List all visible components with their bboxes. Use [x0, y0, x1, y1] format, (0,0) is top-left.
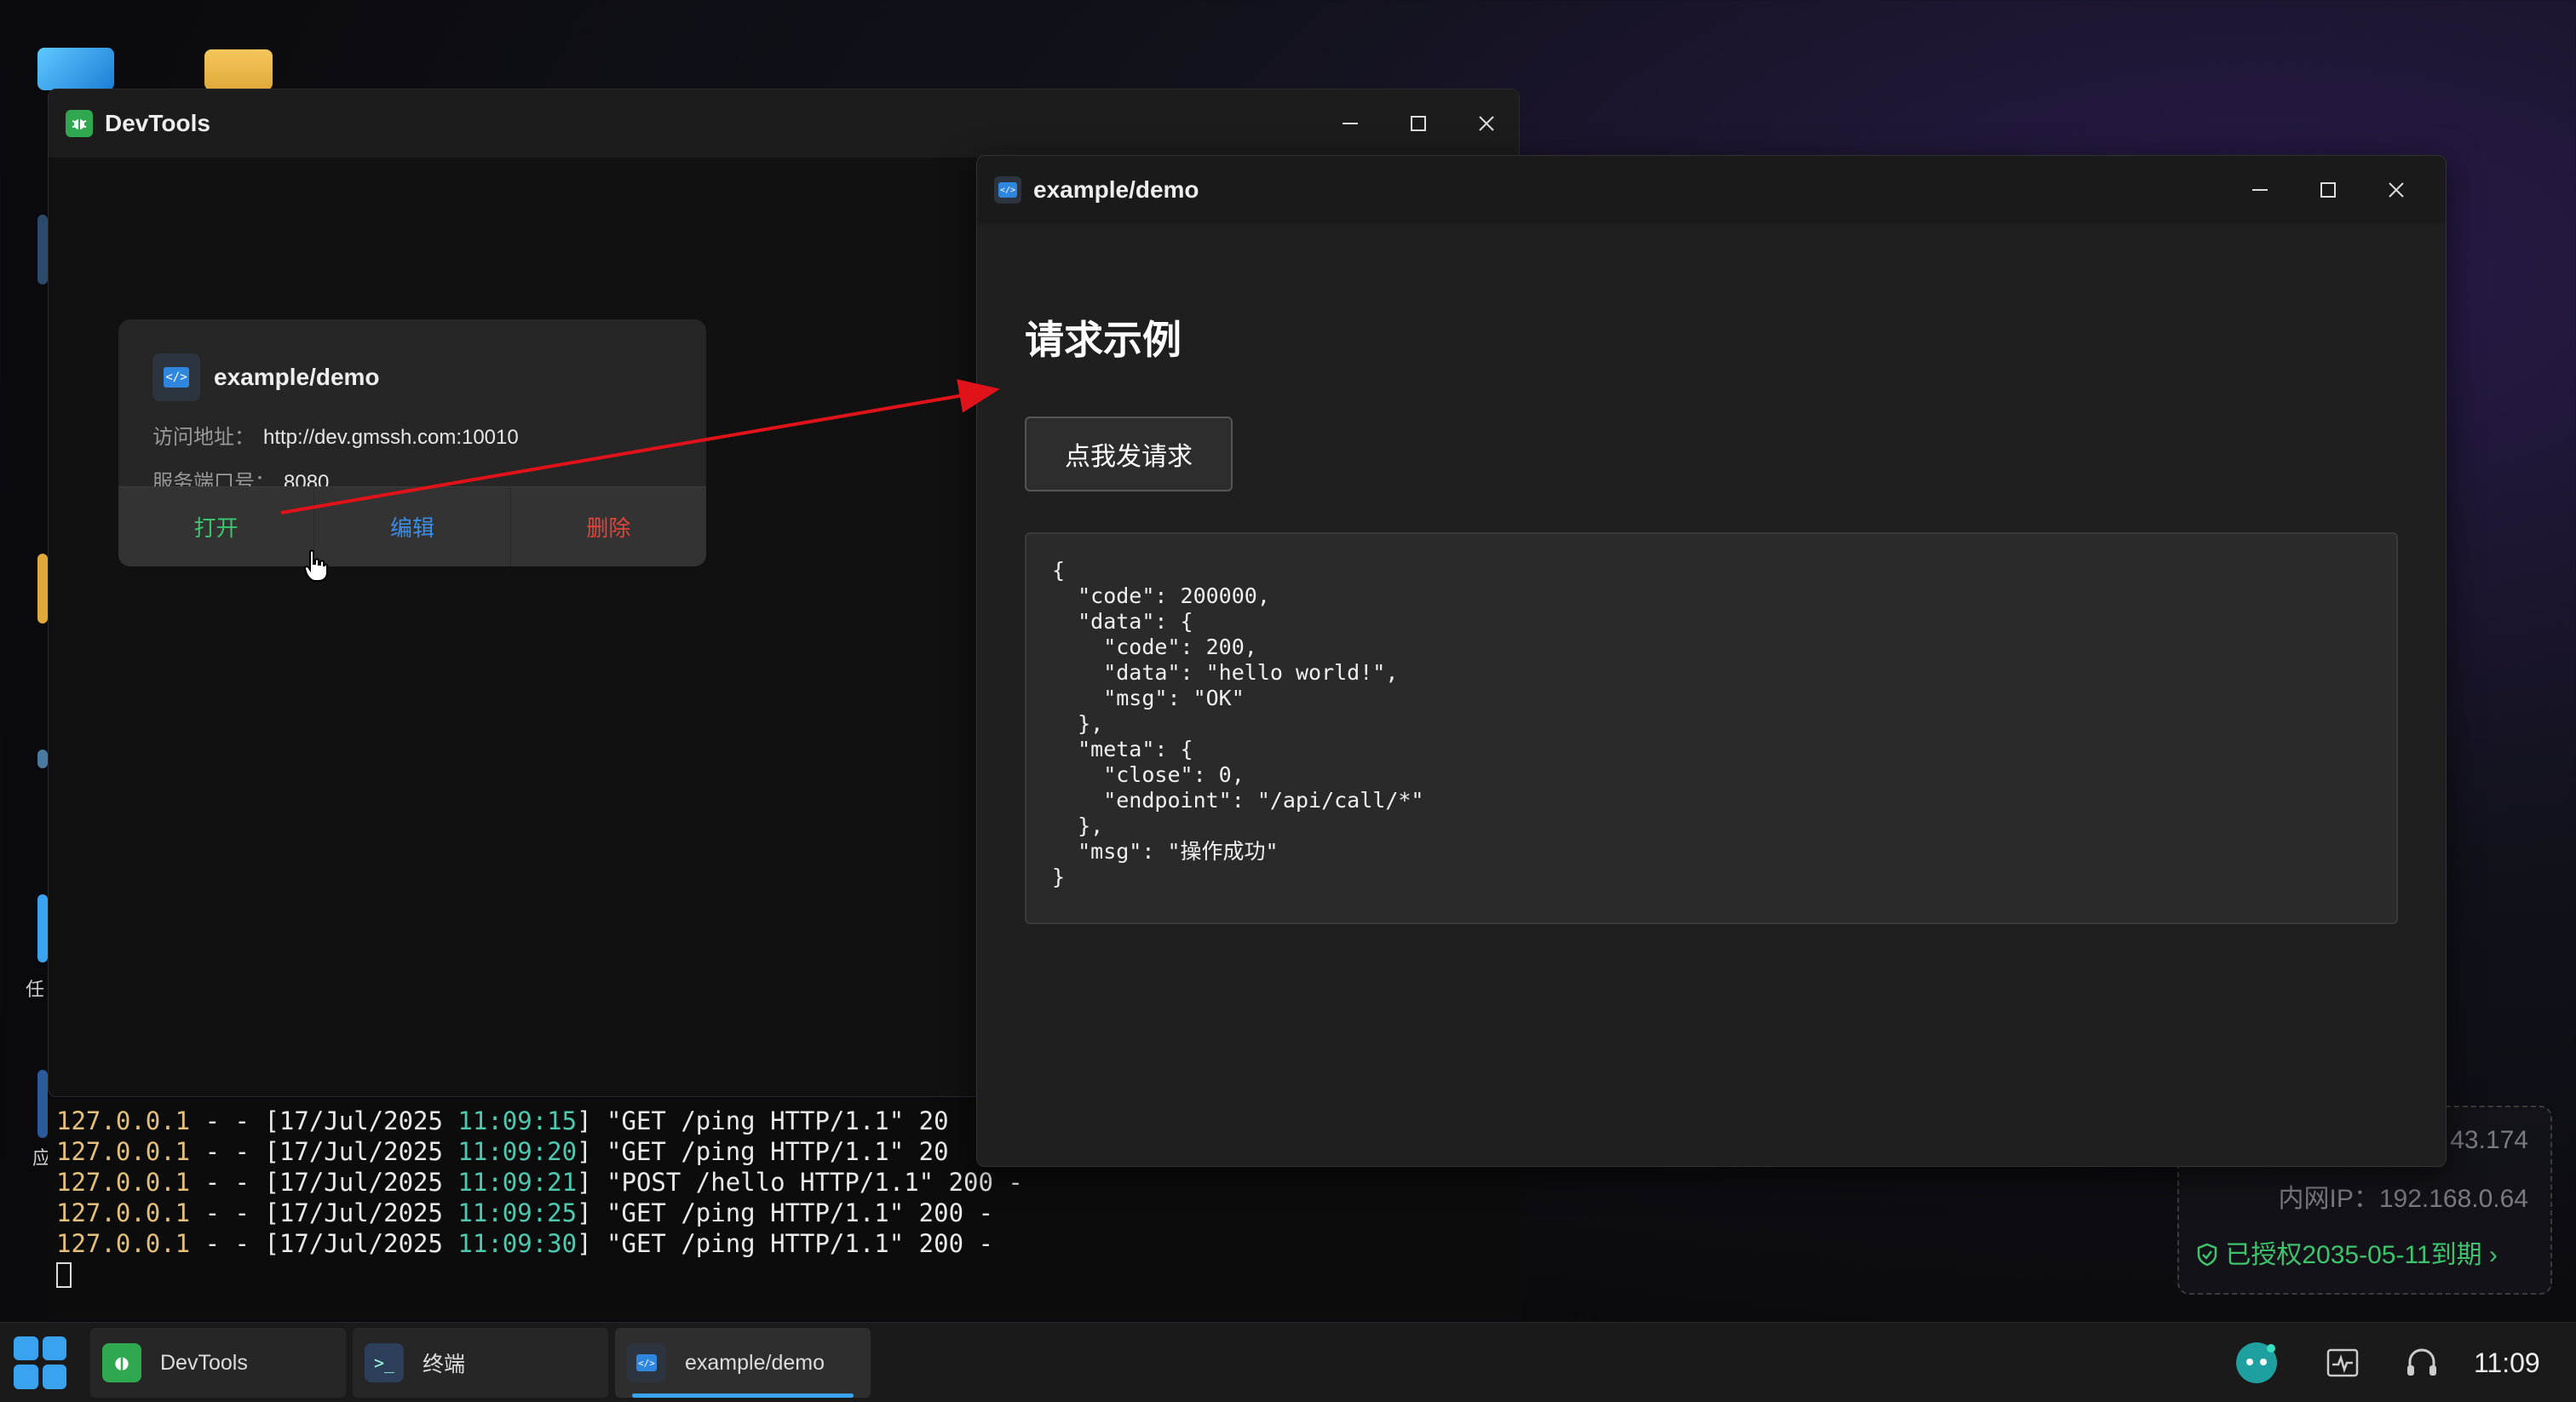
send-request-button[interactable]: 点我发请求	[1025, 417, 1233, 491]
demo-heading: 请求示例	[1025, 318, 1182, 362]
maximize-icon[interactable]	[2313, 175, 2343, 205]
taskbar-label: 终端	[423, 1353, 466, 1376]
log-mid: - - [17/Jul/2025	[190, 1137, 458, 1166]
log-mid: - - [17/Jul/2025	[190, 1198, 458, 1227]
terminal-cursor	[56, 1262, 72, 1288]
log-time: 11:09:15	[457, 1106, 578, 1135]
project-url-value: http://dev.gmssh.com:10010	[263, 426, 519, 449]
code-icon: </>	[627, 1343, 666, 1382]
desktop-icon-partial-4[interactable]	[37, 894, 48, 962]
devtools-titlebar[interactable]: DevTools	[49, 89, 1519, 158]
devtools-bug-icon	[102, 1343, 141, 1382]
license-text: 已授权2035-05-11到期	[2225, 1241, 2482, 1269]
desktop-icon-partial-2[interactable]	[37, 554, 48, 623]
desktop-icon-blue[interactable]	[37, 48, 114, 90]
shield-check-icon	[2196, 1241, 2225, 1269]
license-link[interactable]: 已授权2035-05-11到期 ›	[2196, 1233, 2498, 1271]
log-time: 11:09:20	[457, 1137, 578, 1166]
demo-titlebar[interactable]: </> example/demo	[977, 156, 2446, 224]
log-ip: 127.0.0.1	[56, 1106, 191, 1135]
log-rest: ] "POST /hello HTTP/1.1" 200 -	[577, 1168, 1023, 1197]
minimize-icon[interactable]	[2245, 175, 2275, 205]
log-rest: ] "GET /ping HTTP/1.1" 20	[577, 1106, 949, 1135]
log-line: 127.0.0.1 - - [17/Jul/2025 11:09:21] "PO…	[56, 1167, 1513, 1198]
close-icon[interactable]	[1471, 108, 1502, 139]
project-card: </> example/demo 访问地址： http://dev.gmssh.c…	[118, 319, 706, 566]
taskbar-item-terminal[interactable]: >_ 终端	[353, 1328, 608, 1398]
log-line: 127.0.0.1 - - [17/Jul/2025 11:09:30] "GE…	[56, 1228, 1513, 1259]
active-indicator	[632, 1393, 854, 1398]
log-rest: ] "GET /ping HTTP/1.1" 200 -	[577, 1229, 993, 1258]
log-ip: 127.0.0.1	[56, 1229, 191, 1258]
taskbar: DevTools >_ 终端 </> example/demo 11:09	[0, 1322, 2576, 1402]
start-menu-icon[interactable]	[14, 1336, 66, 1389]
response-json[interactable]: { "code": 200000, "data": { "code": 200,…	[1025, 532, 2398, 924]
log-ip: 127.0.0.1	[56, 1168, 191, 1197]
open-button[interactable]: 打开	[118, 487, 315, 566]
devtools-bug-icon	[66, 110, 93, 137]
taskbar-label: example/demo	[685, 1350, 825, 1375]
project-actions: 打开 编辑 删除	[118, 486, 706, 566]
desktop-folder-icon[interactable]	[204, 49, 273, 90]
mouse-pointer-icon	[303, 549, 329, 587]
log-mid: - - [17/Jul/2025	[190, 1106, 458, 1135]
log-rest: ] "GET /ping HTTP/1.1" 20	[577, 1137, 949, 1166]
log-ip: 127.0.0.1	[56, 1198, 191, 1227]
project-url-row: 访问地址： http://dev.gmssh.com:10010	[118, 420, 706, 450]
headset-icon[interactable]	[2404, 1323, 2440, 1402]
demo-title: example/demo	[1033, 176, 1199, 203]
log-line: 127.0.0.1 - - [17/Jul/2025 11:09:25] "GE…	[56, 1198, 1513, 1228]
ai-assistant-icon[interactable]	[2234, 1323, 2280, 1402]
devtools-title: DevTools	[105, 110, 210, 136]
log-mid: - - [17/Jul/2025	[190, 1168, 458, 1197]
desktop-icon-partial-1[interactable]	[37, 215, 48, 284]
log-ip: 127.0.0.1	[56, 1137, 191, 1166]
desktop-icon-partial-5[interactable]	[37, 1070, 48, 1138]
delete-button[interactable]: 删除	[511, 487, 706, 566]
demo-window: </> example/demo 请求示例 点我发请求 { "code": 20…	[976, 155, 2447, 1167]
demo-code-icon: </>	[994, 176, 1021, 204]
clock[interactable]: 11:09	[2474, 1323, 2540, 1402]
edit-button[interactable]: 编辑	[314, 487, 511, 566]
taskbar-item-devtools[interactable]: DevTools	[90, 1328, 346, 1398]
log-rest: ] "GET /ping HTTP/1.1" 200 -	[577, 1198, 993, 1227]
project-name: example/demo	[214, 364, 380, 390]
maximize-icon[interactable]	[1403, 108, 1434, 139]
desktop-icon-partial-3[interactable]	[37, 750, 48, 768]
terminal-icon: >_	[365, 1343, 404, 1382]
close-icon[interactable]	[2381, 175, 2412, 205]
log-time: 11:09:30	[457, 1229, 578, 1258]
project-url-label: 访问地址：	[152, 426, 255, 449]
minimize-icon[interactable]	[1335, 108, 1366, 139]
chevron-right-icon: ›	[2488, 1241, 2498, 1269]
code-icon: </>	[152, 353, 200, 401]
lan-ip: 内网IP：192.168.0.64	[2278, 1185, 2528, 1213]
public-ip: 43.174	[2450, 1126, 2528, 1154]
log-time: 11:09:21	[457, 1168, 578, 1197]
taskbar-label: DevTools	[160, 1350, 248, 1375]
desktop-label-partial-1: 任	[26, 979, 45, 1000]
log-time: 11:09:25	[457, 1198, 578, 1227]
log-mid: - - [17/Jul/2025	[190, 1229, 458, 1258]
taskbar-item-demo[interactable]: </> example/demo	[615, 1328, 871, 1398]
monitor-icon[interactable]	[2326, 1323, 2360, 1402]
